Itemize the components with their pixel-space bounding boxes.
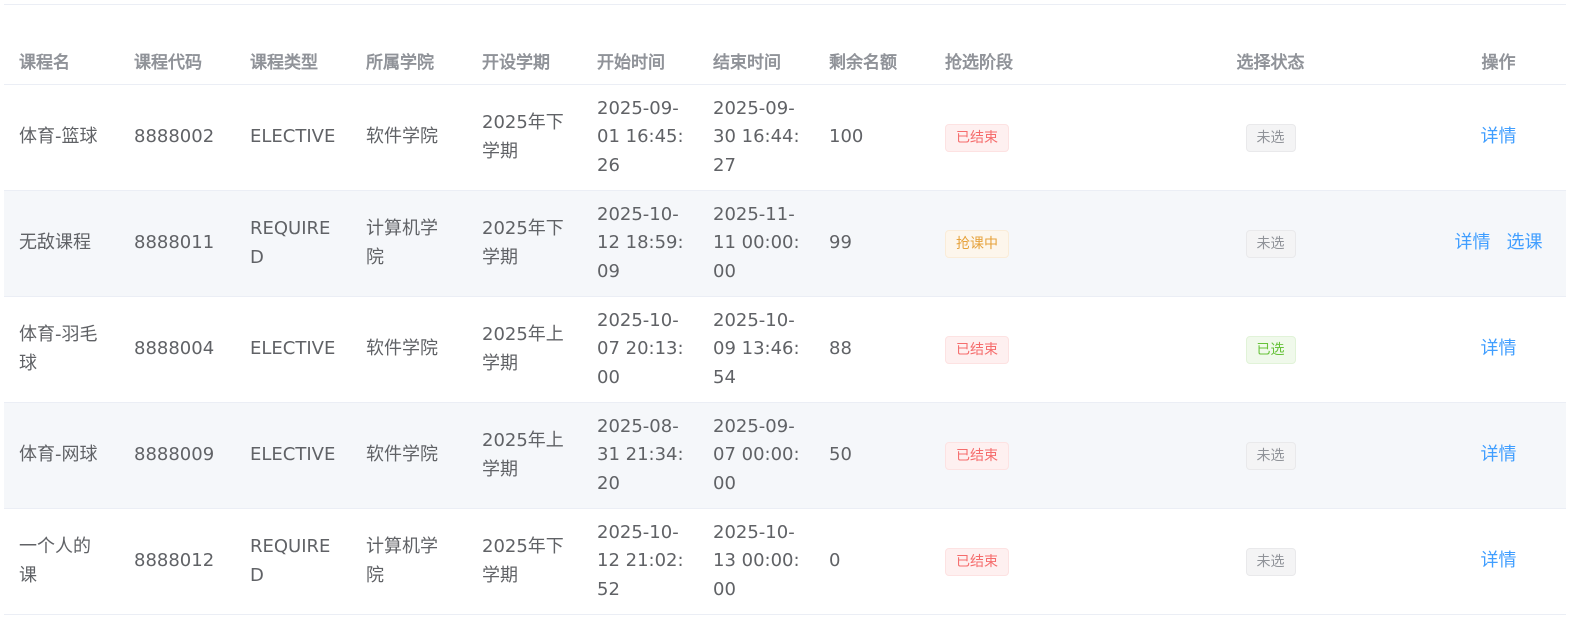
course-college: 软件学院 [351, 296, 467, 403]
course-term: 2025年上学期 [467, 296, 582, 403]
course-term: 2025年上学期 [467, 402, 582, 509]
table-row: 体育-网球 8888009 ELECTIVE 软件学院 2025年上学期 202… [4, 402, 1566, 509]
table-row: 无敌课程 8888011 REQUIRED 计算机学院 2025年下学期 202… [4, 190, 1566, 297]
column-header-remaining: 剩余名额 [814, 36, 930, 85]
column-header-course-code: 课程代码 [119, 36, 235, 85]
detail-link[interactable]: 详情 [1481, 444, 1517, 465]
course-start-time: 2025-09-01 16:45:26 [582, 84, 698, 191]
course-college: 软件学院 [351, 84, 467, 191]
column-header-status: 选择状态 [1110, 36, 1428, 85]
course-remaining: 88 [814, 296, 930, 403]
actions-cell: 详情 [1428, 508, 1566, 615]
course-term: 2025年下学期 [467, 84, 582, 191]
course-name: 一个人的课 [4, 508, 119, 615]
course-name: 体育-网球 [4, 402, 119, 509]
stage-badge: 已结束 [945, 124, 1009, 152]
course-end-time: 2025-09-07 00:00:00 [698, 402, 814, 509]
status-badge: 未选 [1245, 230, 1296, 258]
status-badge: 未选 [1245, 442, 1296, 470]
table-row: 体育-篮球 8888002 ELECTIVE 软件学院 2025年下学期 202… [4, 84, 1566, 191]
course-type: ELECTIVE [235, 402, 351, 509]
course-name: 无敌课程 [4, 190, 119, 297]
detail-link[interactable]: 详情 [1455, 232, 1491, 253]
column-header-term: 开设学期 [467, 36, 582, 85]
course-code: 8888012 [119, 508, 235, 615]
status-cell: 未选 [1110, 84, 1428, 191]
course-end-time: 2025-11-11 00:00:00 [698, 190, 814, 297]
table-row: 体育-羽毛球 8888004 ELECTIVE 软件学院 2025年上学期 20… [4, 296, 1566, 403]
table-row: 一个人的课 8888012 REQUIRED 计算机学院 2025年下学期 20… [4, 508, 1566, 615]
course-name: 体育-羽毛球 [4, 296, 119, 403]
top-divider [4, 4, 1566, 5]
course-college: 计算机学院 [351, 190, 467, 297]
course-list-page: 课程名 课程代码 课程类型 所属学院 开设学期 开始时间 结束时间 剩余名额 抢… [0, 0, 1576, 630]
course-name: 体育-篮球 [4, 84, 119, 191]
course-remaining: 50 [814, 402, 930, 509]
column-header-end-time: 结束时间 [698, 36, 814, 85]
actions-cell: 详情 选课 [1428, 190, 1566, 297]
course-type: REQUIRED [235, 190, 351, 297]
status-cell: 未选 [1110, 190, 1428, 297]
course-term: 2025年下学期 [467, 190, 582, 297]
course-table: 课程名 课程代码 课程类型 所属学院 开设学期 开始时间 结束时间 剩余名额 抢… [4, 36, 1566, 615]
course-start-time: 2025-08-31 21:34:20 [582, 402, 698, 509]
stage-cell: 抢课中 [930, 190, 1110, 297]
course-start-time: 2025-10-12 18:59:09 [582, 190, 698, 297]
course-end-time: 2025-10-13 00:00:00 [698, 508, 814, 615]
detail-link[interactable]: 详情 [1481, 338, 1517, 359]
actions-cell: 详情 [1428, 84, 1566, 191]
actions-cell: 详情 [1428, 402, 1566, 509]
course-type: ELECTIVE [235, 84, 351, 191]
actions-cell: 详情 [1428, 296, 1566, 403]
stage-cell: 已结束 [930, 84, 1110, 191]
select-course-link[interactable]: 选课 [1507, 232, 1543, 253]
course-college: 计算机学院 [351, 508, 467, 615]
stage-cell: 已结束 [930, 296, 1110, 403]
status-cell: 已选 [1110, 296, 1428, 403]
course-code: 8888011 [119, 190, 235, 297]
course-code: 8888002 [119, 84, 235, 191]
stage-badge: 已结束 [945, 442, 1009, 470]
course-start-time: 2025-10-12 21:02:52 [582, 508, 698, 615]
course-code: 8888009 [119, 402, 235, 509]
column-header-course-name: 课程名 [4, 36, 119, 85]
column-header-stage: 抢选阶段 [930, 36, 1110, 85]
course-end-time: 2025-10-09 13:46:54 [698, 296, 814, 403]
course-type: REQUIRED [235, 508, 351, 615]
stage-badge: 已结束 [945, 336, 1009, 364]
status-badge: 未选 [1245, 548, 1296, 576]
course-remaining: 100 [814, 84, 930, 191]
table-header-row: 课程名 课程代码 课程类型 所属学院 开设学期 开始时间 结束时间 剩余名额 抢… [4, 36, 1566, 85]
column-header-start-time: 开始时间 [582, 36, 698, 85]
course-type: ELECTIVE [235, 296, 351, 403]
course-remaining: 99 [814, 190, 930, 297]
stage-badge: 已结束 [945, 548, 1009, 576]
status-cell: 未选 [1110, 508, 1428, 615]
course-code: 8888004 [119, 296, 235, 403]
column-header-course-type: 课程类型 [235, 36, 351, 85]
status-cell: 未选 [1110, 402, 1428, 509]
column-header-actions: 操作 [1428, 36, 1566, 85]
stage-badge: 抢课中 [945, 230, 1009, 258]
course-end-time: 2025-09-30 16:44:27 [698, 84, 814, 191]
course-remaining: 0 [814, 508, 930, 615]
status-badge: 已选 [1245, 336, 1296, 364]
detail-link[interactable]: 详情 [1481, 126, 1517, 147]
stage-cell: 已结束 [930, 508, 1110, 615]
course-start-time: 2025-10-07 20:13:00 [582, 296, 698, 403]
column-header-college: 所属学院 [351, 36, 467, 85]
detail-link[interactable]: 详情 [1481, 550, 1517, 571]
stage-cell: 已结束 [930, 402, 1110, 509]
status-badge: 未选 [1245, 124, 1296, 152]
course-term: 2025年下学期 [467, 508, 582, 615]
course-college: 软件学院 [351, 402, 467, 509]
